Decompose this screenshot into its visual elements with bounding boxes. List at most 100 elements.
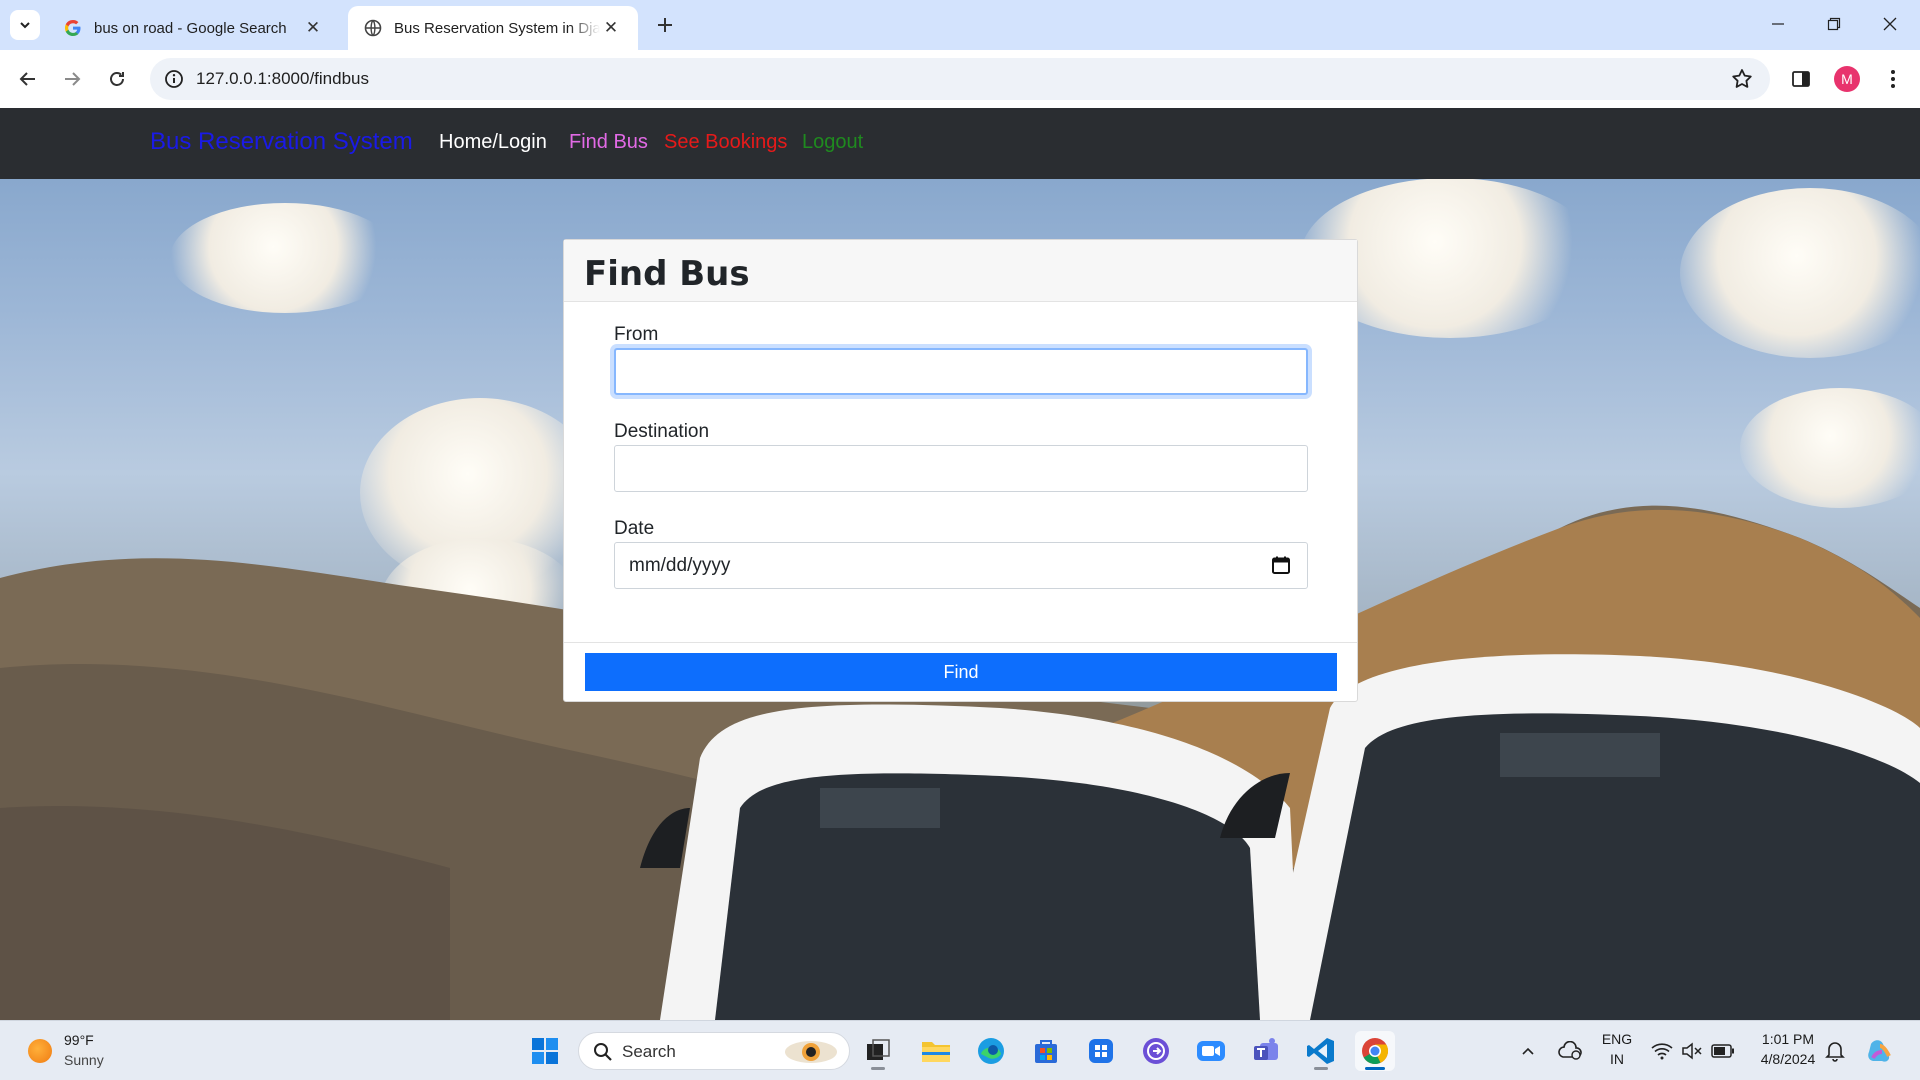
chevron-down-icon (20, 22, 30, 29)
minimize-icon (1772, 23, 1784, 25)
chrome-icon (1362, 1038, 1389, 1065)
chrome-button[interactable] (1355, 1031, 1395, 1071)
reload-button[interactable] (101, 63, 133, 95)
copilot-icon (1868, 1040, 1891, 1062)
globe-icon (364, 19, 382, 37)
nav-see-bookings[interactable]: See Bookings (664, 131, 787, 154)
nav-find-bus[interactable]: Find Bus (569, 131, 648, 154)
browser-menu-button[interactable] (1879, 65, 1907, 93)
search-icon (594, 1043, 612, 1061)
weather-condition: Sunny (64, 1052, 104, 1068)
destination-input[interactable] (614, 445, 1308, 492)
side-panel-icon (1792, 71, 1810, 87)
store-icon (1035, 1040, 1057, 1063)
vscode-button[interactable] (1301, 1031, 1341, 1071)
from-input[interactable] (614, 348, 1308, 395)
vscode-icon (1307, 1038, 1334, 1064)
new-tab-button[interactable] (650, 10, 680, 40)
search-label: Search (622, 1042, 676, 1061)
close-tab-icon[interactable]: ✕ (302, 17, 324, 39)
nav-logout[interactable]: Logout (802, 131, 863, 154)
edge-icon (978, 1038, 1004, 1064)
side-panel-button[interactable] (1787, 65, 1815, 93)
back-button[interactable] (12, 63, 44, 95)
task-view-button[interactable] (858, 1031, 898, 1071)
calendar-icon[interactable] (1271, 555, 1291, 575)
close-tab-icon[interactable]: ✕ (600, 17, 622, 39)
info-icon (165, 70, 183, 88)
reload-icon (110, 72, 124, 86)
battery-icon (1711, 1044, 1734, 1058)
chevron-up-icon (1522, 1047, 1534, 1055)
find-button[interactable]: Find (585, 653, 1337, 691)
language-line2: IN (1610, 1051, 1624, 1067)
bell-icon (1825, 1042, 1845, 1062)
arrow-circle-icon (1143, 1038, 1169, 1064)
close-window-button[interactable] (1862, 0, 1918, 48)
store-button[interactable] (1026, 1031, 1066, 1071)
wifi-icon (1651, 1043, 1673, 1060)
site-navbar: Bus Reservation System Home/Login Find B… (0, 108, 1920, 179)
notifications-button[interactable] (1815, 1031, 1855, 1071)
video-camera-icon (1197, 1041, 1225, 1061)
running-indicator (871, 1067, 885, 1070)
edge-button[interactable] (971, 1031, 1011, 1071)
app-grid-icon (1089, 1039, 1113, 1063)
task-view-icon (867, 1039, 890, 1060)
tab-search-button[interactable] (10, 10, 40, 40)
file-explorer-button[interactable] (916, 1031, 956, 1071)
teams-icon (1254, 1038, 1278, 1060)
windows-icon (532, 1038, 558, 1064)
quick-settings-button[interactable] (1643, 1031, 1743, 1071)
find-bus-card: Find Bus From Destination Date mm/dd/yyy… (563, 239, 1358, 702)
onedrive-button[interactable] (1550, 1031, 1590, 1071)
more-vertical-icon (1891, 70, 1895, 88)
brand-link[interactable]: Bus Reservation System (150, 128, 413, 156)
arrow-left-icon (19, 72, 35, 86)
avatar: M (1834, 66, 1860, 92)
tab-title: Bus Reservation System in Django (394, 19, 600, 37)
address-bar[interactable]: 127.0.0.1:8000/findbus (150, 58, 1770, 100)
weather-temp: 99°F (64, 1032, 94, 1048)
tab-bus-reservation[interactable]: Bus Reservation System in Django ✕ (348, 6, 638, 50)
sun-icon (28, 1039, 52, 1063)
zoom-button[interactable] (1191, 1031, 1231, 1071)
restore-button[interactable] (1806, 0, 1862, 48)
date-placeholder: mm/dd/yyyy (629, 554, 731, 576)
bookmark-star-icon[interactable] (1730, 67, 1754, 91)
teams-button[interactable] (1246, 1031, 1286, 1071)
arrow-right-icon (65, 72, 81, 86)
search-highlight-icon (785, 1041, 837, 1063)
browser-tab-strip: bus on road - Google Search ✕ Bus Reserv… (0, 0, 1920, 50)
profile-button[interactable]: M (1833, 65, 1861, 93)
taskbar-search[interactable]: Search (578, 1032, 850, 1070)
close-icon (1883, 17, 1897, 31)
date-input[interactable]: mm/dd/yyyy (614, 542, 1308, 589)
minimize-button[interactable] (1750, 0, 1806, 48)
plus-icon (658, 18, 672, 32)
forward-button[interactable] (56, 63, 88, 95)
app-button-blue[interactable] (1081, 1031, 1121, 1071)
date-label: Date (614, 518, 655, 539)
page-viewport: Bus Reservation System Home/Login Find B… (0, 108, 1920, 1020)
tab-google-search[interactable]: bus on road - Google Search ✕ (48, 6, 340, 50)
google-icon (64, 19, 82, 37)
page-title: Find Bus (584, 254, 750, 294)
volume-muted-icon (1682, 1042, 1702, 1060)
folder-icon (922, 1042, 950, 1062)
running-indicator (1314, 1067, 1328, 1070)
restore-icon (1827, 17, 1841, 31)
nav-home-login[interactable]: Home/Login (439, 131, 547, 154)
from-label: From (614, 324, 659, 345)
url-text[interactable]: 127.0.0.1:8000/findbus (196, 69, 369, 89)
browser-toolbar: 127.0.0.1:8000/findbus M (0, 50, 1920, 108)
show-hidden-icons-button[interactable] (1508, 1031, 1548, 1071)
language-line1: ENG (1601, 1031, 1633, 1047)
copilot-button[interactable] (1860, 1031, 1900, 1071)
start-button[interactable] (525, 1031, 565, 1071)
app-button-purple[interactable] (1136, 1031, 1176, 1071)
card-footer: Find (564, 642, 1357, 702)
tab-title: bus on road - Google Search (94, 19, 287, 37)
site-info-button[interactable] (158, 63, 190, 95)
destination-label: Destination (614, 421, 710, 442)
